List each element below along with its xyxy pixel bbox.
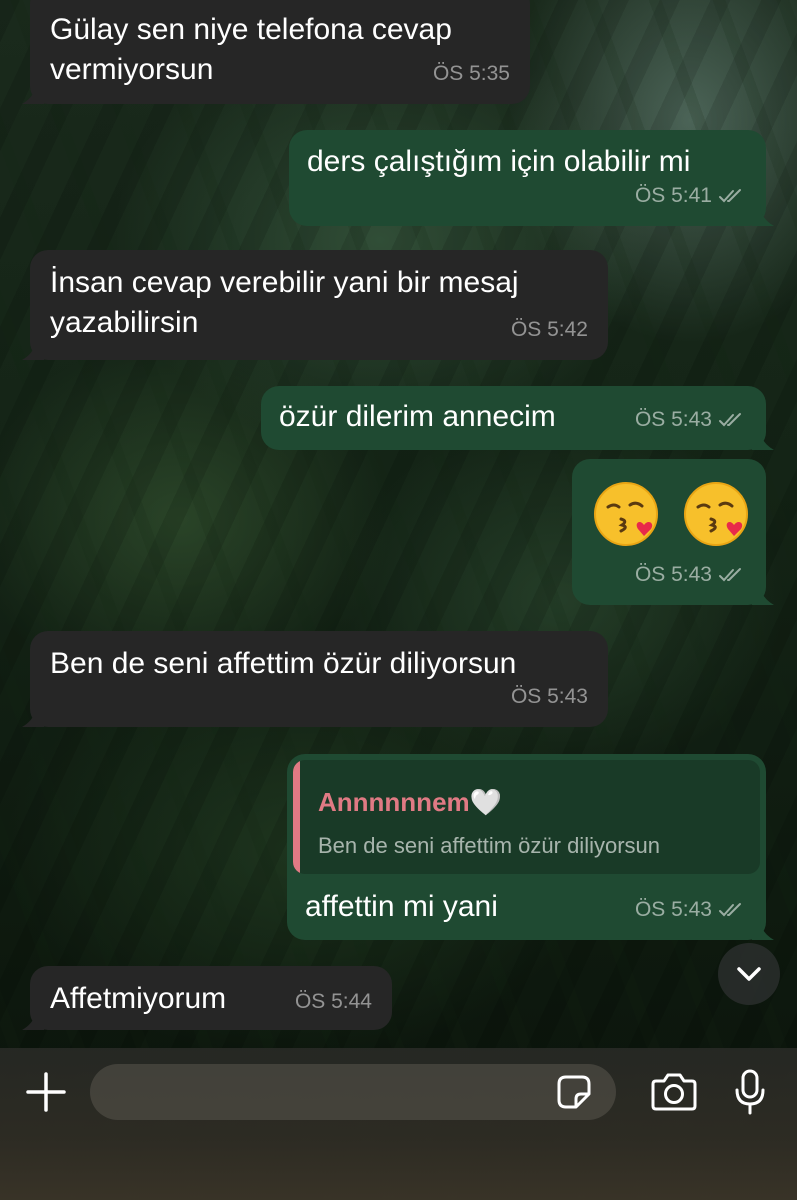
quoted-message[interactable]: Annnnnnem🤍 Ben de seni affettim özür dil… <box>293 760 760 874</box>
attach-button[interactable] <box>22 1068 70 1116</box>
message-incoming[interactable]: Affetmiyorum ÖS 5:44 <box>22 966 392 1030</box>
message-incoming[interactable]: Ben de seni affettim özür diliyorsun ÖS … <box>22 631 608 727</box>
bubble-tail <box>752 428 774 450</box>
double-check-icon <box>719 568 741 582</box>
double-check-icon <box>719 413 741 427</box>
kissing-face-with-heart-icon <box>684 482 749 546</box>
bubble-tail <box>22 338 44 360</box>
message-outgoing-reply[interactable]: Annnnnnem🤍 Ben de seni affettim özür dil… <box>287 754 774 940</box>
message-outgoing[interactable]: ders çalıştığım için olabilir mi ÖS 5:41 <box>289 130 774 226</box>
message-text-line: affettin mi yani <box>305 890 498 923</box>
bubble-tail <box>22 705 44 727</box>
bubble-tail <box>22 1008 44 1030</box>
message-time: ÖS 5:43 <box>634 408 712 431</box>
message-meta: ÖS 5:41 <box>635 176 746 216</box>
message-time: ÖS 5:41 <box>634 184 712 207</box>
message-meta: ÖS 5:43 <box>635 400 746 440</box>
sticker-button[interactable] <box>552 1072 596 1112</box>
message-meta: ÖS 5:35 <box>433 54 510 94</box>
bubble-tail <box>752 918 774 940</box>
message-outgoing-emoji[interactable]: ÖS 5:43 <box>572 459 774 605</box>
message-incoming[interactable]: Gülay sen niye telefona cevap vermiyorsu… <box>22 0 530 104</box>
message-composer <box>0 1048 797 1200</box>
message-incoming[interactable]: İnsan cevap verebilir yani bir mesaj yaz… <box>22 250 608 360</box>
microphone-icon <box>735 1069 765 1115</box>
quoted-sender-name: Annnnnnem🤍 <box>318 787 503 817</box>
message-time: ÖS 5:43 <box>634 563 712 586</box>
message-time: ÖS 5:43 <box>510 685 588 708</box>
message-text-line: Gülay sen niye telefona cevap <box>50 13 452 46</box>
scroll-to-bottom-button[interactable] <box>718 943 780 1005</box>
message-meta: ÖS 5:43 <box>511 677 588 717</box>
quoted-text: Ben de seni affettim özür diliyorsun <box>318 833 660 858</box>
message-text-line: Ben de seni affettim özür diliyorsun <box>50 647 517 680</box>
double-check-icon <box>719 903 741 917</box>
voice-message-button[interactable] <box>726 1066 774 1118</box>
double-check-icon <box>719 189 741 203</box>
message-meta: ÖS 5:43 <box>635 555 746 595</box>
message-text-line: İnsan cevap verebilir yani bir mesaj <box>50 266 519 299</box>
bubble-tail <box>22 82 44 104</box>
sticker-icon <box>557 1075 591 1109</box>
quote-accent-bar <box>293 760 300 874</box>
plus-icon <box>26 1072 66 1112</box>
message-time: ÖS 5:42 <box>510 318 588 341</box>
message-text-line: yazabilirsin <box>50 306 199 339</box>
message-time: ÖS 5:44 <box>294 990 372 1013</box>
bubble-tail <box>752 583 774 605</box>
message-list[interactable]: Gülay sen niye telefona cevap vermiyorsu… <box>0 0 797 1048</box>
message-meta: ÖS 5:43 <box>635 890 746 930</box>
camera-icon <box>651 1073 697 1111</box>
chevron-down-icon <box>737 967 761 981</box>
message-time: ÖS 5:43 <box>634 898 712 921</box>
camera-button[interactable] <box>648 1070 700 1114</box>
message-outgoing[interactable]: özür dilerim annecim ÖS 5:43 <box>261 386 774 450</box>
kissing-face-with-heart-icon <box>594 482 658 546</box>
message-input[interactable] <box>90 1064 616 1120</box>
message-meta: ÖS 5:44 <box>295 982 372 1022</box>
message-meta: ÖS 5:42 <box>511 310 588 350</box>
bubble-tail <box>752 204 774 226</box>
message-time: ÖS 5:35 <box>432 62 510 85</box>
